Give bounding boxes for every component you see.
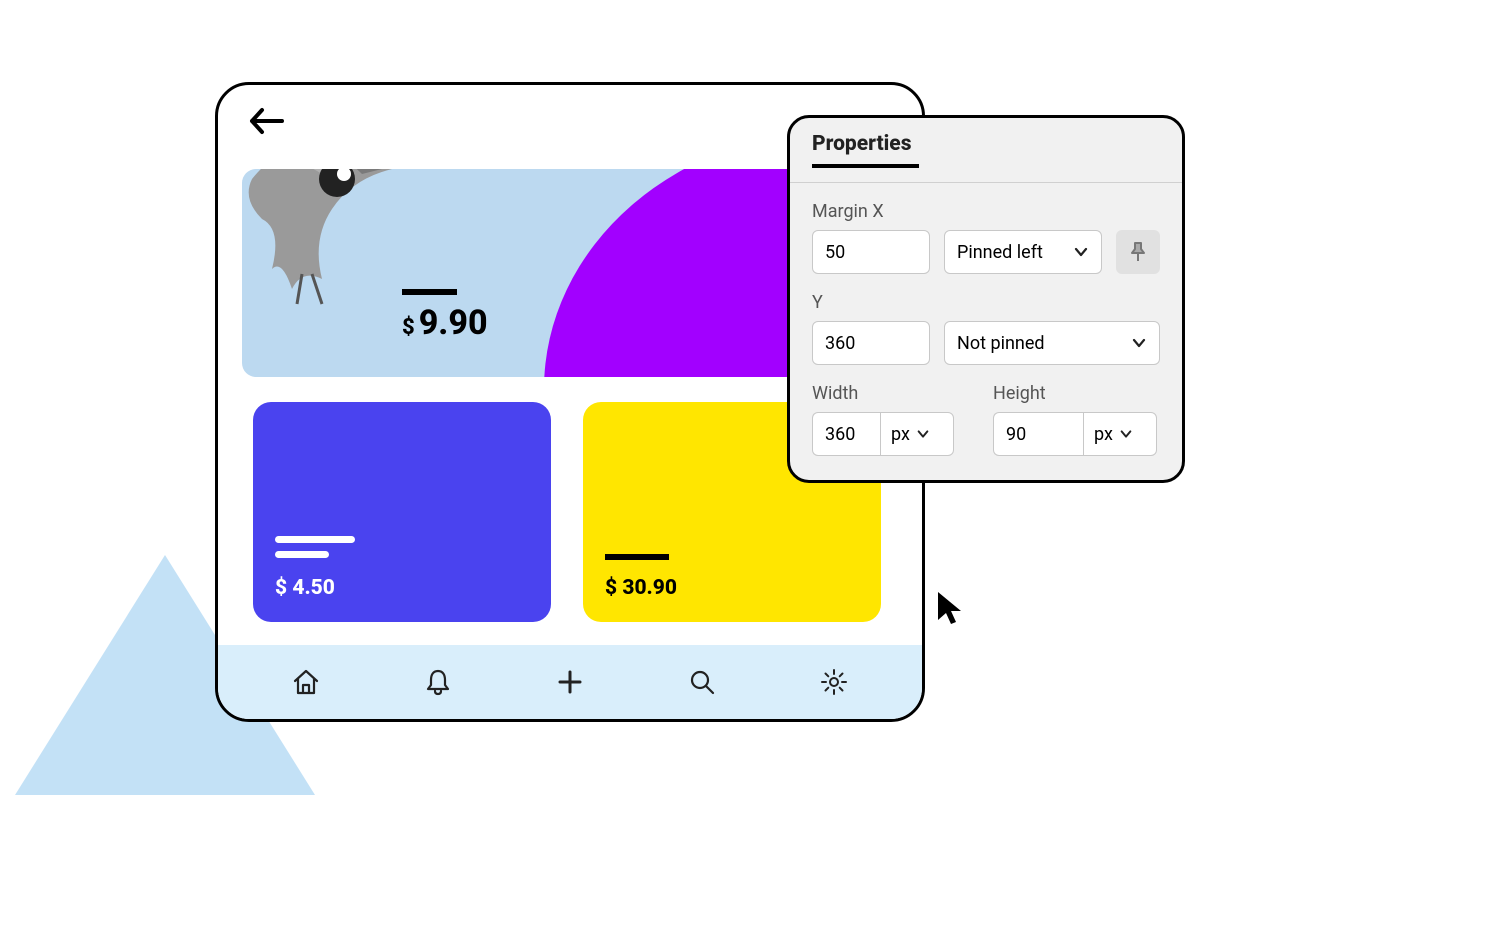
card-left-price: $ 4.50 xyxy=(275,576,335,600)
y-pin-value: Not pinned xyxy=(957,333,1045,354)
height-input[interactable]: 90 xyxy=(993,412,1083,456)
bell-icon xyxy=(423,667,453,697)
pin-icon xyxy=(1128,241,1148,263)
plus-icon xyxy=(555,667,585,697)
cursor-icon xyxy=(935,590,965,630)
chevron-down-icon xyxy=(1119,427,1133,441)
height-unit-dropdown[interactable]: px xyxy=(1083,412,1157,456)
gear-icon xyxy=(819,667,849,697)
y-pin-dropdown[interactable]: Not pinned xyxy=(944,321,1160,365)
panel-title: Properties xyxy=(812,132,919,168)
margin-x-pin-value: Pinned left xyxy=(957,242,1043,263)
arrow-left-icon xyxy=(248,107,286,135)
nav-add[interactable] xyxy=(552,664,588,700)
chevron-down-icon xyxy=(1073,244,1089,260)
card-right-price: $ 30.90 xyxy=(605,576,677,600)
y-input[interactable]: 360 xyxy=(812,321,930,365)
hero-price: $9.90 xyxy=(402,303,488,343)
hero-price-value: 9.90 xyxy=(419,303,488,343)
nav-notifications[interactable] xyxy=(420,664,456,700)
height-value: 90 xyxy=(1006,424,1026,445)
width-value: 360 xyxy=(825,424,855,445)
width-unit-value: px xyxy=(891,424,910,445)
chevron-down-icon xyxy=(1131,335,1147,351)
chevron-down-icon xyxy=(916,427,930,441)
nav-search[interactable] xyxy=(684,664,720,700)
card-text-placeholder xyxy=(605,554,669,568)
height-label: Height xyxy=(993,383,1160,404)
width-unit-dropdown[interactable]: px xyxy=(880,412,954,456)
currency-symbol: $ xyxy=(402,315,415,340)
y-value: 360 xyxy=(825,333,855,354)
search-icon xyxy=(687,667,717,697)
width-input[interactable]: 360 xyxy=(812,412,880,456)
nav-home[interactable] xyxy=(288,664,324,700)
nav-settings[interactable] xyxy=(816,664,852,700)
margin-x-pin-dropdown[interactable]: Pinned left xyxy=(944,230,1102,274)
pin-button[interactable] xyxy=(1116,230,1160,274)
hero-title-bar xyxy=(402,289,457,295)
y-label: Y xyxy=(812,292,1160,313)
height-unit-value: px xyxy=(1094,424,1113,445)
home-icon xyxy=(291,667,321,697)
card-text-placeholder xyxy=(275,536,355,558)
bottom-nav xyxy=(218,645,922,719)
margin-x-input[interactable]: 50 xyxy=(812,230,930,274)
margin-x-label: Margin X xyxy=(812,201,1160,222)
margin-x-value: 50 xyxy=(825,242,845,263)
width-label: Width xyxy=(812,383,979,404)
bird-illustration xyxy=(242,169,412,319)
back-button[interactable] xyxy=(248,107,286,139)
product-card-left[interactable]: $ 4.50 xyxy=(253,402,551,622)
properties-panel: Properties Margin X 50 Pinned left Y 360… xyxy=(787,115,1185,483)
